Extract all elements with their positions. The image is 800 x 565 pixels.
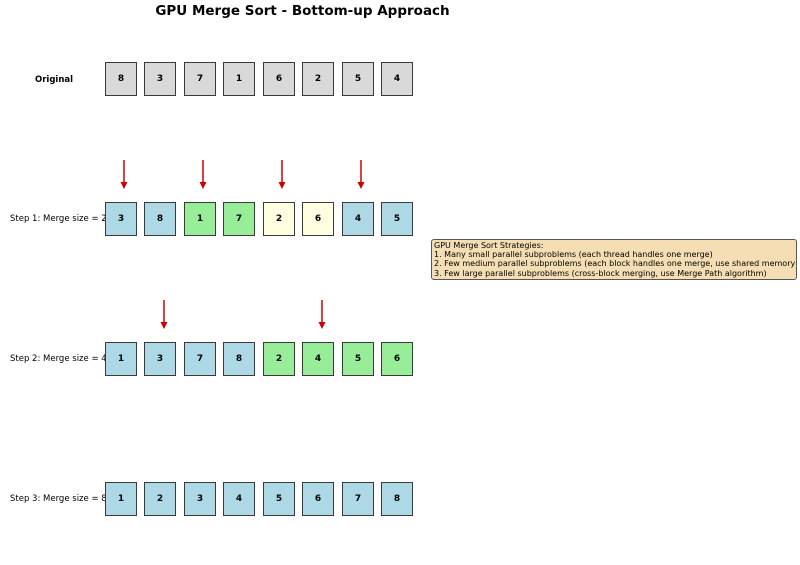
cell-step-1-1: 3 bbox=[105, 202, 137, 236]
strategies-note-title: GPU Merge Sort Strategies: bbox=[434, 241, 544, 250]
cell-step-2-1: 1 bbox=[105, 342, 137, 376]
cell-original-7: 5 bbox=[342, 62, 374, 96]
diagram-title: GPU Merge Sort - Bottom-up Approach bbox=[155, 3, 450, 19]
cell-step-3-3: 3 bbox=[184, 482, 216, 516]
merge-arrow-6 bbox=[318, 300, 326, 329]
strategies-note-item-1: 1. Many small parallel subproblems (each… bbox=[434, 250, 713, 260]
row-label-original: Original bbox=[35, 75, 74, 85]
cell-step-3-1: 1 bbox=[105, 482, 137, 516]
cell-step-3-8: 8 bbox=[381, 482, 413, 516]
cell-step-3-2: 2 bbox=[144, 482, 176, 516]
cell-step-1-3: 1 bbox=[184, 202, 216, 236]
cell-step-1-2: 8 bbox=[144, 202, 176, 236]
cell-original-6: 2 bbox=[302, 62, 334, 96]
cell-step-3-4: 4 bbox=[223, 482, 255, 516]
merge-arrow-3 bbox=[278, 160, 286, 189]
cell-step-2-3: 7 bbox=[184, 342, 216, 376]
merge-arrow-5 bbox=[160, 300, 168, 329]
cell-step-2-8: 6 bbox=[381, 342, 413, 376]
cell-step-1-7: 4 bbox=[342, 202, 374, 236]
row-label-step-2: Step 2: Merge size = 4 bbox=[10, 354, 107, 364]
merge-arrow-2 bbox=[199, 160, 207, 189]
cell-step-2-7: 5 bbox=[342, 342, 374, 376]
cell-step-3-5: 5 bbox=[263, 482, 295, 516]
cell-original-8: 4 bbox=[381, 62, 413, 96]
cell-step-2-4: 8 bbox=[223, 342, 255, 376]
cell-step-3-7: 7 bbox=[342, 482, 374, 516]
cell-original-4: 1 bbox=[223, 62, 255, 96]
cell-original-3: 7 bbox=[184, 62, 216, 96]
cell-step-2-2: 3 bbox=[144, 342, 176, 376]
merge-arrow-4 bbox=[357, 160, 365, 189]
cell-step-2-6: 4 bbox=[302, 342, 334, 376]
cell-step-1-8: 5 bbox=[381, 202, 413, 236]
cell-step-3-6: 6 bbox=[302, 482, 334, 516]
strategies-note-item-3: 3. Few large parallel subproblems (cross… bbox=[434, 268, 767, 278]
row-label-step-3: Step 3: Merge size = 8 bbox=[10, 494, 107, 504]
cell-original-2: 3 bbox=[144, 62, 176, 96]
strategies-note: GPU Merge Sort Strategies: 1. Many small… bbox=[431, 239, 797, 280]
cell-step-1-4: 7 bbox=[223, 202, 255, 236]
cell-original-1: 8 bbox=[105, 62, 137, 96]
merge-arrow-1 bbox=[120, 160, 128, 189]
row-label-step-1: Step 1: Merge size = 2 bbox=[10, 214, 107, 224]
cell-step-1-6: 6 bbox=[302, 202, 334, 236]
cell-original-5: 6 bbox=[263, 62, 295, 96]
cell-step-2-5: 2 bbox=[263, 342, 295, 376]
cell-step-1-5: 2 bbox=[263, 202, 295, 236]
strategies-note-item-2: 2. Few medium parallel subproblems (each… bbox=[434, 259, 797, 269]
